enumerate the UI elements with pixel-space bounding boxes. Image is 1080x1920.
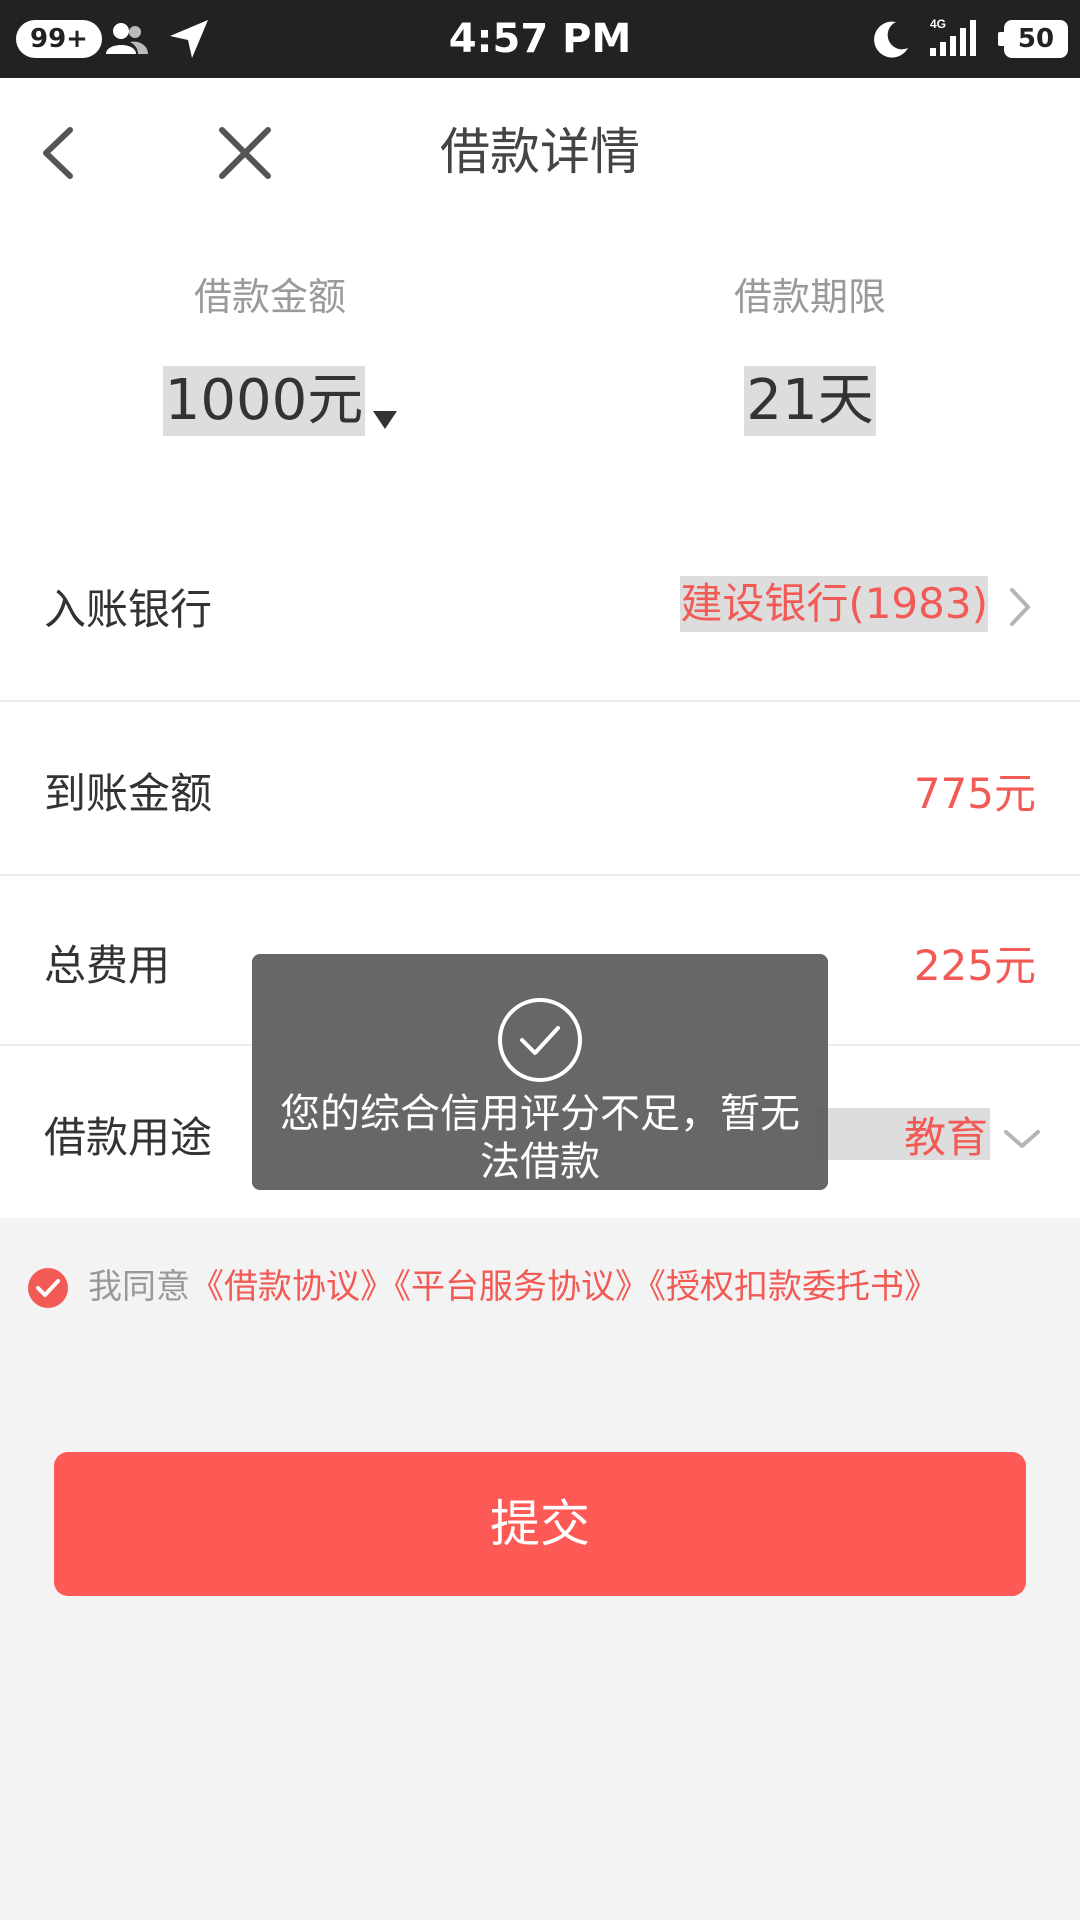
platform-service-agreement-link[interactable]: 《平台服务协议》: [394, 1267, 649, 1307]
term-value-wrap: 21天: [600, 366, 1020, 436]
agree-checkbox[interactable]: [28, 1268, 68, 1308]
term-label: 借款期限: [733, 275, 886, 319]
agreement-prefix: 我同意: [88, 1267, 190, 1307]
network-type-label: 4G: [930, 17, 946, 31]
check-circle-icon: [498, 998, 582, 1082]
signal-strength-icon: 4G: [930, 17, 976, 56]
toast-message: 您的综合信用评分不足，暂无法借款: [252, 954, 828, 1190]
clock: 4:57 PM: [448, 16, 632, 62]
amount-label: 借款金额: [193, 275, 346, 319]
received-amount-value: 775元: [913, 769, 1036, 818]
header: 借款详情: [0, 78, 1080, 226]
agreement: 我同意《借款协议》《平台服务协议》《授权扣款委托书》: [28, 1264, 1068, 1310]
purpose-label: 借款用途: [44, 1113, 213, 1162]
total-fee-value: 225元: [913, 941, 1036, 990]
agreement-text: 我同意《借款协议》《平台服务协议》《授权扣款委托书》: [88, 1264, 938, 1310]
received-amount-label: 到账金额: [44, 769, 213, 818]
dropdown-arrow-icon[interactable]: [373, 410, 398, 429]
battery-indicator: 50: [998, 20, 1068, 58]
loan-agreement-link[interactable]: 《借款协议》: [190, 1267, 394, 1307]
row-received-amount: 到账金额 775元: [0, 702, 1080, 874]
loan-summary: 借款金额 1000元 借款期限 21天: [0, 226, 1080, 526]
purpose-value[interactable]: 教育: [904, 1104, 988, 1165]
total-fee-label: 总费用: [44, 941, 171, 990]
bank-value[interactable]: 建设银行(1983): [680, 576, 988, 632]
chevron-right-icon[interactable]: [1006, 582, 1036, 632]
term-value: 21天: [744, 366, 876, 436]
page-title: 借款详情: [440, 123, 640, 181]
debit-authorization-link[interactable]: 《授权扣款委托书》: [649, 1267, 938, 1307]
do-not-disturb-moon-icon: [874, 21, 908, 58]
status-bar: 99+ 4:57 PM 4G 50: [0, 0, 1080, 78]
submit-button[interactable]: 提交: [54, 1452, 1026, 1596]
toast-text: 您的综合信用评分不足，暂无法借款: [280, 1091, 800, 1185]
chevron-down-icon[interactable]: [1000, 1124, 1044, 1154]
check-icon: [36, 1279, 60, 1297]
amount-selector[interactable]: 1000元: [70, 366, 490, 436]
amount-value[interactable]: 1000元: [162, 366, 366, 436]
row-bank[interactable]: 入账银行 建设银行(1983): [0, 526, 1080, 700]
bank-label: 入账银行: [44, 585, 213, 634]
